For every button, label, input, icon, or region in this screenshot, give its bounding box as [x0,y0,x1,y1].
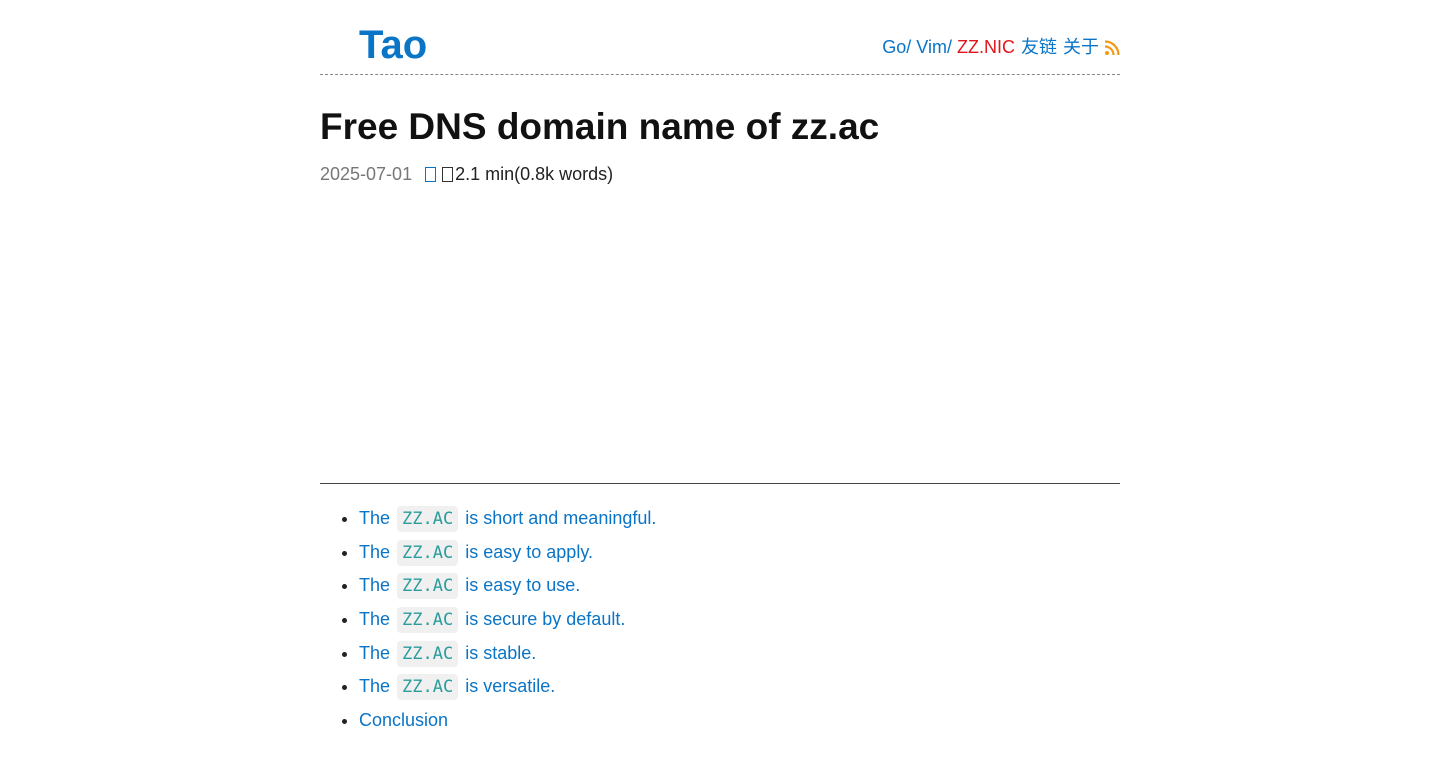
nav-vim[interactable]: Vim [916,36,947,58]
toc-link-short[interactable]: The ZZ.AC is short and meaningful. [359,506,657,532]
nav-separator: / [946,37,952,57]
content-divider [320,483,1120,484]
table-of-contents: The ZZ.AC is short and meaningful. The Z… [320,502,656,738]
toc-suffix: is short and meaningful. [465,508,657,528]
site-title-link[interactable]: Tao [359,22,427,68]
toc-link-apply[interactable]: The ZZ.AC is easy to apply. [359,539,593,566]
toc-prefix: The [359,676,391,697]
toc-item: The ZZ.AC is secure by default. [359,603,656,637]
ad-placeholder [320,200,1120,470]
toc-suffix: is secure by default. [465,609,626,630]
toc-link-secure[interactable]: The ZZ.AC is secure by default. [359,607,626,634]
nav-go[interactable]: Go [882,36,906,58]
rss-icon[interactable] [1104,39,1120,56]
toc-code: ZZ.AC [397,506,459,532]
toc-code: ZZ.AC [397,640,459,667]
site-header: Tao Go / Vim / ZZ.NIC 友链 关于 [320,0,1120,75]
toc-prefix: The [359,642,391,663]
toc-suffix: is stable. [465,642,537,663]
post-title: Free DNS domain name of zz.ac [320,106,880,147]
toc-item: The ZZ.AC is versatile. [359,670,656,704]
nav-zznic[interactable]: ZZ.NIC [957,36,1015,58]
toc-suffix: is easy to use. [465,575,581,596]
nav-links[interactable]: 友链 [1021,36,1057,58]
toc-code: ZZ.AC [397,573,459,600]
top-nav: Go / Vim / ZZ.NIC 友链 关于 [882,36,1120,58]
tag-icon[interactable] [425,167,437,182]
toc-suffix: is easy to apply. [465,541,593,562]
toc-prefix: The [359,508,391,528]
toc-item: The ZZ.AC is stable. [359,637,656,671]
toc-item: The ZZ.AC is easy to apply. [359,536,656,570]
toc-link-use[interactable]: The ZZ.AC is easy to use. [359,573,581,600]
toc-code: ZZ.AC [397,674,459,701]
rss-icon-graphic [1104,40,1120,56]
toc-link-stable[interactable]: The ZZ.AC is stable. [359,640,537,667]
post-date: 2025-07-01 [320,164,413,184]
toc-item: Conclusion [359,704,656,738]
toc-prefix: The [359,541,391,562]
reading-time: 2.1 min(0.8k words) [455,164,614,184]
toc-suffix: is versatile. [465,676,556,697]
nav-separator: / [906,37,912,57]
toc-item: The ZZ.AC is short and meaningful. [359,502,656,536]
toc-code: ZZ.AC [397,539,459,566]
toc-prefix: The [359,609,391,630]
toc-link-versatile[interactable]: The ZZ.AC is versatile. [359,674,556,701]
toc-prefix: The [359,575,391,596]
nav-about[interactable]: 关于 [1063,36,1099,58]
clock-icon [442,167,454,182]
toc-link-conclusion[interactable]: Conclusion [359,710,448,730]
toc-code: ZZ.AC [397,607,459,634]
page-container: Tao Go / Vim / ZZ.NIC 友链 关于 Free DNS dom… [320,0,1120,730]
toc-item: The ZZ.AC is easy to use. [359,569,656,603]
post-meta: 2025-07-01 2.1 min(0.8k words) [320,163,613,185]
